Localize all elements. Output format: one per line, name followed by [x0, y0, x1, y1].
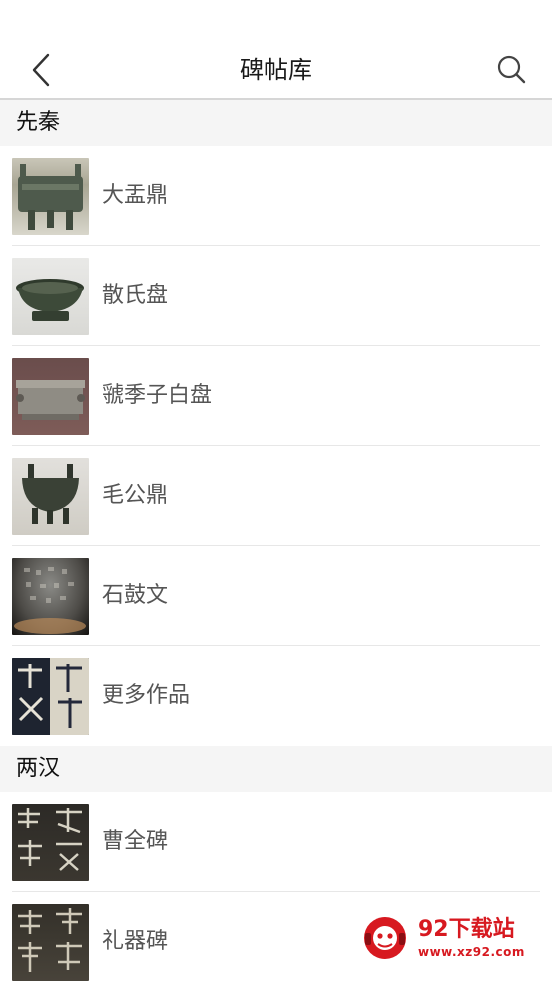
item-label: 礼器碑: [102, 929, 169, 954]
list-item[interactable]: 曹全碑: [0, 792, 552, 892]
app-header: 碑帖库: [0, 40, 552, 100]
stele-list: 先秦 大盂鼎 散氏盘 虢季子白盘 毛公鼎 石鼓文 更多作品 两汉 曹全碑 礼器碑: [0, 100, 552, 981]
site-watermark: 92下载站 www.xz92.com: [348, 901, 544, 973]
list-item[interactable]: 大盂鼎: [0, 146, 552, 246]
search-button[interactable]: [496, 54, 528, 86]
item-label: 毛公鼎: [102, 483, 169, 508]
page-title: 碑帖库: [240, 56, 312, 84]
item-label: 大盂鼎: [102, 183, 169, 208]
watermark-url: www.xz92.com: [418, 945, 525, 959]
item-label: 曹全碑: [102, 829, 169, 854]
thumbnail-image: [12, 358, 89, 435]
item-label: 虢季子白盘: [102, 383, 213, 408]
list-item[interactable]: 石鼓文: [0, 546, 552, 646]
watermark-title: 92下载站: [418, 917, 515, 942]
thumbnail-image: [12, 458, 89, 535]
list-item[interactable]: 散氏盘: [0, 246, 552, 346]
thumbnail-image: [12, 804, 89, 881]
search-icon: [497, 55, 526, 84]
item-label: 石鼓文: [102, 583, 169, 608]
list-item[interactable]: 更多作品: [0, 646, 552, 746]
thumbnail-image: [12, 558, 89, 635]
item-label: 散氏盘: [102, 283, 169, 308]
watermark-logo-icon: [364, 917, 406, 959]
thumbnail-image: [12, 258, 89, 335]
thumbnail-image: [12, 904, 89, 981]
list-item[interactable]: 虢季子白盘: [0, 346, 552, 446]
thumbnail-image: [12, 158, 89, 235]
list-item[interactable]: 毛公鼎: [0, 446, 552, 546]
thumbnail-image: [12, 658, 89, 735]
item-label: 更多作品: [102, 683, 191, 708]
section-header-lianghan: 两汉: [0, 746, 552, 792]
status-bar: [0, 0, 552, 40]
section-header-xianqin: 先秦: [0, 100, 552, 146]
